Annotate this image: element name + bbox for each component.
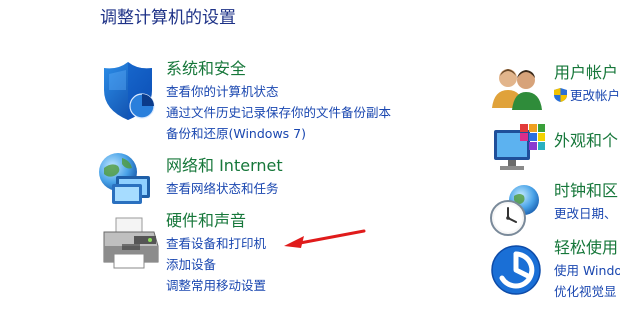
- ease-of-access-icon[interactable]: [490, 244, 546, 296]
- link-optimize-visual[interactable]: 优化视觉显: [554, 281, 620, 302]
- link-view-computer-status[interactable]: 查看你的计算机状态: [166, 81, 391, 102]
- link-add-device[interactable]: 添加设备: [166, 254, 266, 275]
- user-accounts-title[interactable]: 用户帐户: [554, 63, 620, 83]
- ease-access-group: 轻松使用 使用 Windo 优化视觉显: [554, 238, 620, 302]
- clock-region-title[interactable]: 时钟和区: [554, 181, 618, 201]
- link-change-account-type[interactable]: 更改帐户: [554, 85, 620, 106]
- link-change-date[interactable]: 更改日期、: [554, 203, 618, 224]
- network-group: 网络和 Internet 查看网络状态和任务: [166, 156, 283, 199]
- network-globe-icon[interactable]: [98, 150, 158, 206]
- clock-region-group: 时钟和区 更改日期、: [554, 181, 618, 224]
- hardware-sound-title[interactable]: 硬件和声音: [166, 211, 266, 231]
- monitor-palette-icon[interactable]: [490, 122, 546, 174]
- ease-access-title[interactable]: 轻松使用: [554, 238, 620, 258]
- appearance-group: 外观和个: [554, 131, 618, 151]
- hardware-group: 硬件和声音 查看设备和打印机 添加设备 调整常用移动设置: [166, 211, 266, 296]
- uac-shield-icon: [554, 88, 567, 102]
- clock-globe-icon[interactable]: [488, 184, 546, 238]
- link-windows-suggestions[interactable]: 使用 Windo: [554, 260, 620, 281]
- link-backup-restore[interactable]: 备份和还原(Windows 7): [166, 123, 391, 144]
- system-security-group: 系统和安全 查看你的计算机状态 通过文件历史记录保存你的文件备份副本 备份和还原…: [166, 59, 391, 144]
- network-internet-title[interactable]: 网络和 Internet: [166, 156, 283, 176]
- link-change-account-label: 更改帐户: [570, 88, 620, 103]
- link-view-devices-printers[interactable]: 查看设备和打印机: [166, 233, 266, 254]
- shield-icon[interactable]: [100, 60, 158, 122]
- annotation-arrow-icon: [284, 229, 366, 248]
- link-view-network-status[interactable]: 查看网络状态和任务: [166, 178, 283, 199]
- link-file-history-backup[interactable]: 通过文件历史记录保存你的文件备份副本: [166, 102, 391, 123]
- system-security-title[interactable]: 系统和安全: [166, 59, 391, 79]
- appearance-title[interactable]: 外观和个: [554, 131, 618, 151]
- link-mobility-settings[interactable]: 调整常用移动设置: [166, 275, 266, 296]
- page-title: 调整计算机的设置: [100, 8, 236, 28]
- printer-icon[interactable]: [100, 216, 160, 272]
- user-accounts-group: 用户帐户 更改帐户: [554, 63, 620, 106]
- users-icon[interactable]: [490, 64, 546, 110]
